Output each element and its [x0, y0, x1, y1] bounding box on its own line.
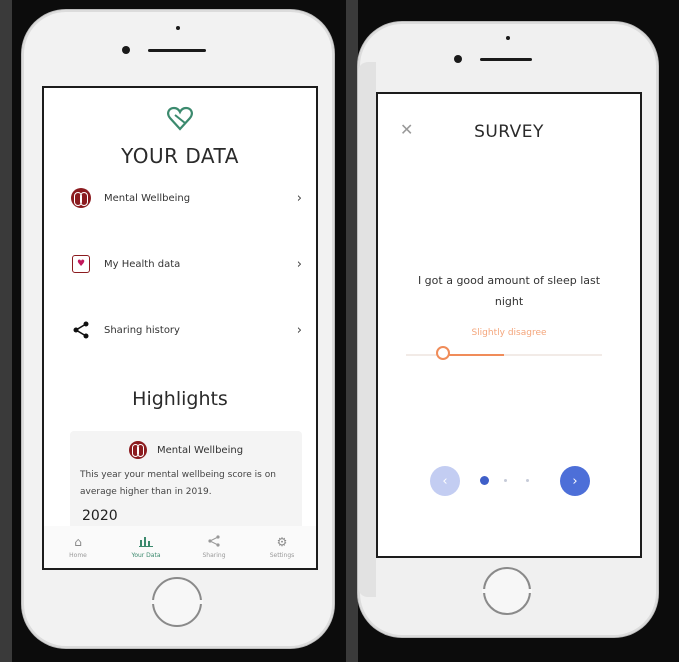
card-text: This year your mental wellbeing score is… [80, 470, 276, 497]
menu-item-mental-wellbeing[interactable]: Mental Wellbeing › [70, 184, 302, 212]
background-stripe [0, 0, 12, 662]
share-icon [208, 535, 220, 549]
background-stripe [346, 0, 358, 662]
slider-value-label: Slightly disagree [471, 328, 547, 338]
chevron-right-icon: › [296, 256, 302, 272]
menu-item-health-data[interactable]: ♥ My Health data › [70, 250, 302, 278]
pagination-dot [526, 479, 529, 482]
proximity-sensor [176, 26, 180, 30]
heart-logo-icon [167, 106, 193, 131]
previous-button[interactable]: ‹ [430, 466, 460, 496]
home-button[interactable] [482, 567, 532, 615]
chevron-right-icon: › [296, 322, 302, 338]
front-camera [122, 46, 130, 54]
proximity-sensor [506, 36, 510, 40]
chevron-right-icon: › [572, 473, 578, 489]
earpiece-speaker [480, 58, 532, 61]
chevron-right-icon: › [296, 190, 302, 206]
card-title: Mental Wellbeing [156, 444, 244, 456]
tab-home[interactable]: ⌂ Home [44, 526, 112, 568]
your-data-screen: YOUR DATA Mental Wellbeing › ♥ My Health… [42, 86, 318, 570]
highlights-heading: Highlights [132, 388, 228, 410]
pagination-dot-active [480, 476, 489, 485]
card-year: 2020 [82, 508, 118, 524]
slider-thumb[interactable] [436, 346, 450, 360]
next-button[interactable]: › [560, 466, 590, 496]
share-icon [70, 319, 92, 341]
home-icon: ⌂ [74, 535, 82, 549]
chevron-left-icon: ‹ [442, 473, 448, 489]
tab-label: Sharing [202, 552, 226, 559]
gear-icon: ⚙ [276, 535, 288, 549]
tab-settings[interactable]: ⚙ Settings [248, 526, 316, 568]
brain-icon [70, 187, 92, 209]
menu-item-label: My Health data [104, 258, 181, 270]
earpiece-speaker [148, 49, 206, 52]
health-heart-icon: ♥ [70, 253, 92, 275]
page-title: SURVEY [474, 122, 544, 142]
chart-icon [139, 535, 153, 549]
tab-your-data[interactable]: Your Data [112, 526, 180, 568]
phone-right: ✕ SURVEY I got a good amount of sleep la… [358, 22, 658, 637]
survey-screen: ✕ SURVEY I got a good amount of sleep la… [376, 92, 642, 558]
tab-sharing[interactable]: Sharing [180, 526, 248, 568]
survey-question: I got a good amount of sleep last night [417, 274, 601, 308]
page-title: YOUR DATA [121, 144, 239, 168]
phone-left: YOUR DATA Mental Wellbeing › ♥ My Health… [22, 10, 334, 648]
front-camera [454, 55, 462, 63]
tab-bar: ⌂ Home Your Data Sharing ⚙ Settings [44, 526, 316, 568]
home-button[interactable] [151, 577, 203, 627]
tab-label: Your Data [131, 552, 161, 559]
brain-icon [128, 441, 147, 459]
menu-item-label: Sharing history [104, 324, 180, 336]
tab-label: Settings [269, 552, 295, 559]
phone-side-edge [358, 62, 376, 597]
tab-label: Home [69, 552, 87, 559]
menu-item-sharing-history[interactable]: Sharing history › [70, 316, 302, 344]
pagination-dot [504, 479, 507, 482]
menu-item-label: Mental Wellbeing [104, 192, 191, 204]
